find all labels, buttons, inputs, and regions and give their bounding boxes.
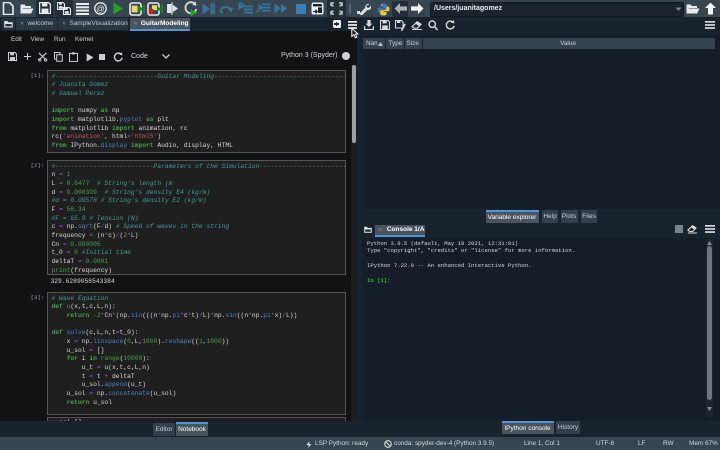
svg-text:@: @ bbox=[96, 3, 105, 13]
